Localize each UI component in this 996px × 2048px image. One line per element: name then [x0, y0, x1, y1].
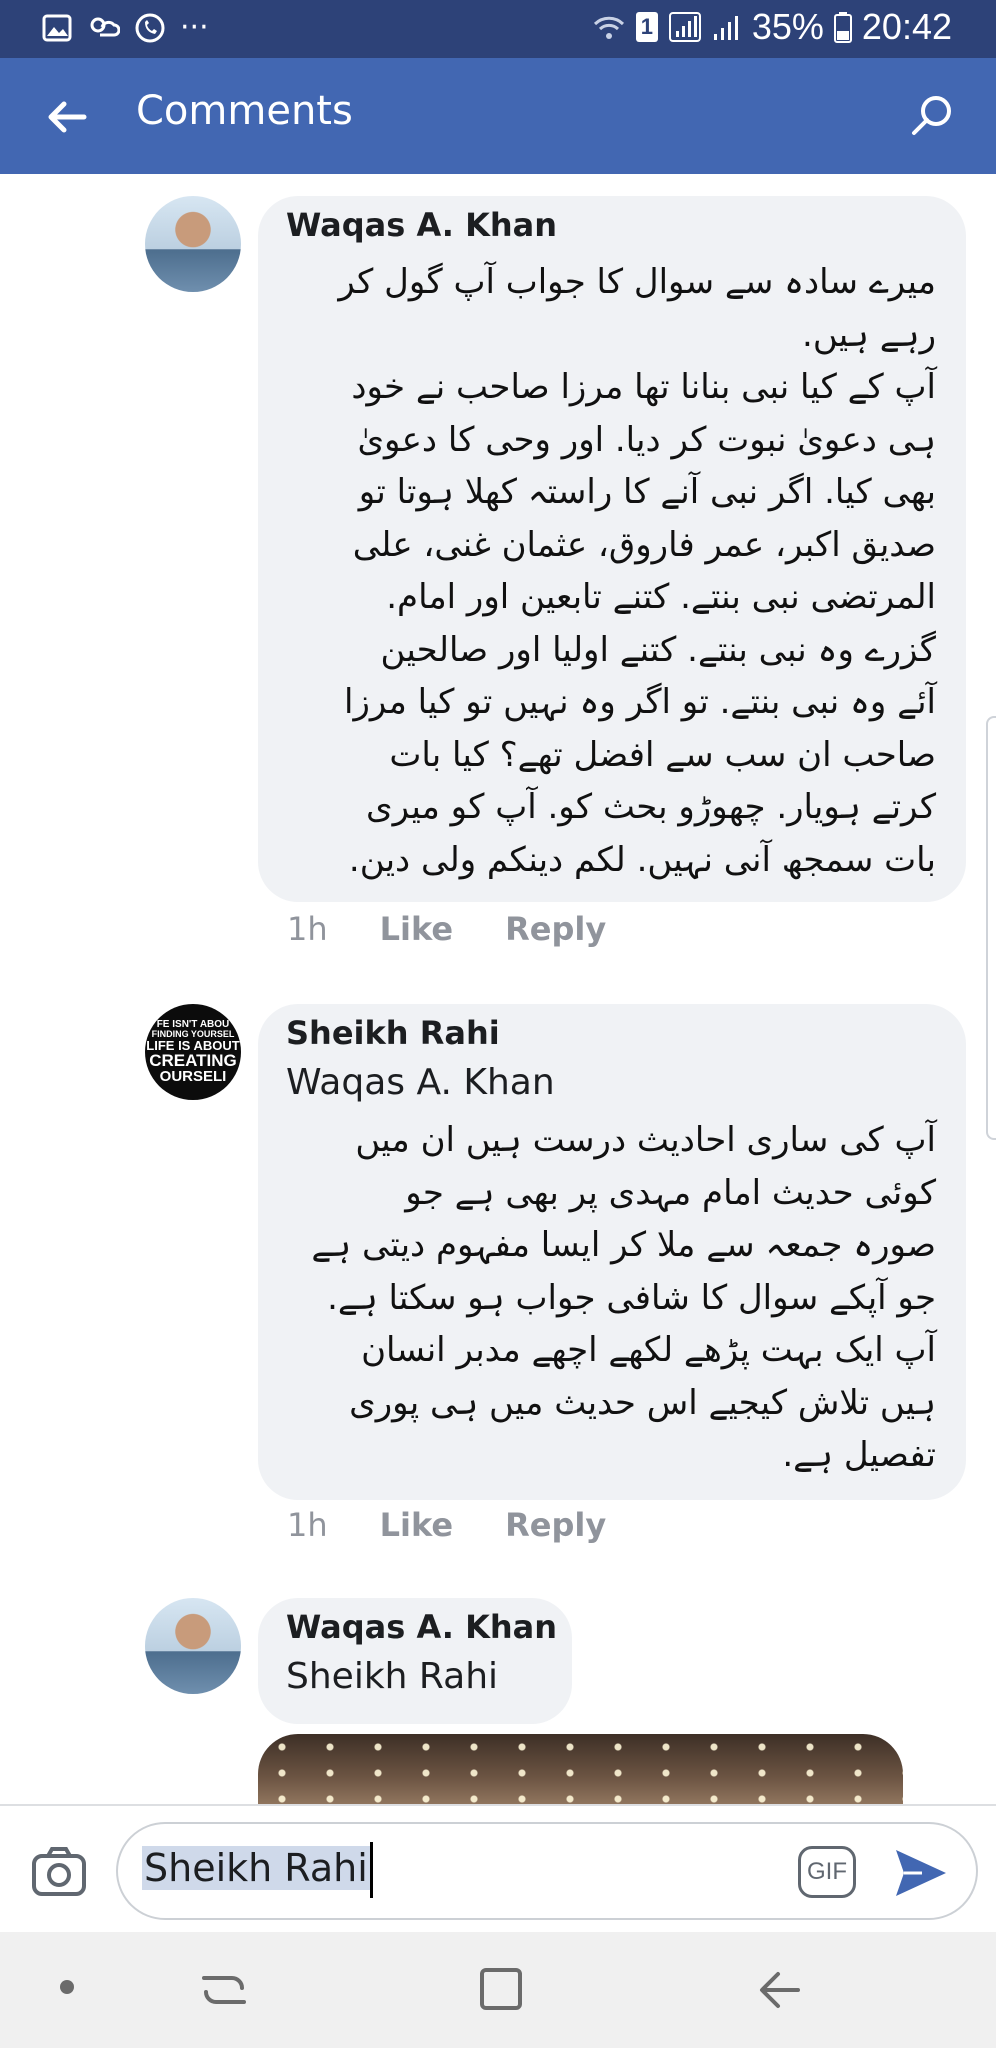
system-nav-bar — [0, 1932, 996, 2048]
comment-line: جو آپکے سوال کا شافی جواب ہو سکتا ہے. — [327, 1277, 936, 1318]
app-bar: Comments — [0, 58, 996, 174]
mention-tag[interactable]: Waqas A. Khan — [286, 1062, 555, 1103]
avatar[interactable]: FE ISN'T ABOU FINDING YOURSEL LIFE IS AB… — [145, 1004, 241, 1100]
clock: 20:42 — [861, 6, 952, 47]
page-title: Comments — [136, 88, 353, 134]
more-dots-icon: ··· — [180, 10, 209, 45]
comment-image-attachment[interactable] — [258, 1734, 903, 1804]
comment-actions: 1h Like Reply — [287, 910, 658, 948]
comment-line: صورہ جمعہ سے ملا کر ایسا مفہوم دیتی ہے — [311, 1225, 936, 1265]
comment-bubble[interactable]: Sheikh Rahi Waqas A. Khan آپ کی ساری احا… — [258, 1004, 966, 1500]
comment-input[interactable]: Sheikh Rahi GIF — [116, 1822, 978, 1920]
comment-line: آپ کے کیا نبی بنانا تھا مرزا صاحب نے خود — [351, 367, 936, 407]
avatar[interactable] — [145, 1598, 241, 1694]
recent-apps-icon[interactable] — [196, 1962, 252, 2018]
comments-feed[interactable]: Waqas A. Khan میرے سادہ سے سوال کا جواب … — [0, 174, 996, 1804]
comment-line: آپ ایک بہت پڑھے لکھے اچھے مدبر انسان — [361, 1330, 936, 1370]
comment-line: ہیں تلاش کیجیے اس حدیث میں ہی پوری — [349, 1382, 936, 1423]
comment-text: میرے سادہ سے سوال کا جواب آپ گول کر رہے … — [338, 256, 936, 886]
comment-author[interactable]: Waqas A. Khan — [286, 1608, 557, 1646]
status-left-icons: ··· — [42, 10, 209, 45]
comment-author[interactable]: Waqas A. Khan — [286, 206, 557, 244]
comment-line: بھی کیا. اگر نبی آنے کا راستہ کھلا ہوتا … — [358, 472, 936, 512]
battery-percent: 35% — [751, 6, 824, 47]
back-icon[interactable] — [754, 1962, 810, 2018]
call-icon — [135, 13, 165, 42]
mention-tag[interactable]: Sheikh Rahi — [286, 1656, 498, 1697]
comment-line: المرتضی نبی بنتے. کتنے تابعین اور امام. — [386, 577, 936, 617]
comment-actions: 1h Like Reply — [287, 1506, 658, 1544]
status-bar: ··· 1 35% 20:42 — [0, 0, 996, 58]
avatar[interactable] — [145, 196, 241, 292]
comment-line: میرے سادہ سے سوال کا جواب آپ گول کر — [338, 262, 936, 302]
text-caret — [370, 1842, 373, 1898]
comment-line: ہی دعویٰ نبوت کر دیا. اور وحی کا دعویٰ — [357, 419, 936, 460]
reply-button[interactable]: Reply — [505, 1506, 606, 1544]
signal-sim2-icon — [713, 16, 738, 40]
camera-icon[interactable] — [30, 1842, 88, 1900]
back-arrow-icon[interactable] — [44, 94, 90, 140]
comment-author[interactable]: Sheikh Rahi — [286, 1014, 500, 1052]
comment-time: 1h — [287, 1506, 328, 1544]
comment-input-value[interactable]: Sheikh Rahi — [142, 1846, 370, 1890]
comment-bubble[interactable]: Waqas A. Khan میرے سادہ سے سوال کا جواب … — [258, 196, 966, 902]
comment-line: آپ کی ساری احادیث درست ہیں ان میں — [355, 1120, 936, 1160]
avatar-text: OURSELI — [159, 1068, 227, 1085]
comment-time: 1h — [287, 910, 328, 948]
comment-line: کرتے ہویار. چھوڑو بحث کو. آپ کو میری — [365, 787, 936, 827]
comment-line: صدیق اکبر، عمر فاروق، عثمان غنی، علی — [352, 524, 936, 565]
comment-line: آئے وہ نبی بنتے. تو اگر وہ نہیں تو کیا م… — [344, 682, 936, 722]
send-icon[interactable] — [892, 1844, 950, 1902]
comment-line: گزرے وہ نبی بنتے. کتنے اولیا اور صالحین — [380, 629, 937, 670]
gif-button[interactable]: GIF — [798, 1846, 856, 1898]
nav-dot-icon[interactable] — [60, 1980, 74, 1994]
scroll-indicator — [986, 716, 996, 1140]
wifi-icon — [593, 16, 624, 39]
comment-line: تفصیل ہے. — [782, 1435, 936, 1475]
sim-badge: 1 — [635, 12, 658, 42]
signal-sim1-icon — [668, 12, 701, 42]
image-content — [258, 1734, 903, 1804]
comment-composer: Sheikh Rahi GIF — [0, 1804, 996, 1932]
comment-text: آپ کی ساری احادیث درست ہیں ان میں کوئی ح… — [311, 1114, 936, 1482]
gallery-icon — [42, 14, 72, 41]
status-right: 1 35% 20:42 — [592, 6, 952, 48]
battery-icon — [833, 12, 852, 43]
home-icon[interactable] — [474, 1962, 530, 2018]
comment-line: رہے ہیں. — [802, 314, 936, 355]
like-button[interactable]: Like — [380, 910, 453, 948]
comment-bubble[interactable]: Waqas A. Khan Sheikh Rahi — [258, 1598, 572, 1724]
comment-line: صاحب ان سب سے افضل تھے؟ کیا بات — [389, 734, 936, 775]
comment-line: بات سمجھ آنی نہیں. لکم دینکم ولی دین. — [348, 839, 936, 880]
weather-icon — [90, 17, 120, 36]
search-icon[interactable] — [908, 92, 956, 140]
like-button[interactable]: Like — [380, 1506, 453, 1544]
reply-button[interactable]: Reply — [505, 910, 606, 948]
avatar-text: CREATING — [149, 1051, 237, 1070]
comment-line: کوئی حدیث امام مہدی پر بھی ہے جو — [405, 1172, 936, 1213]
